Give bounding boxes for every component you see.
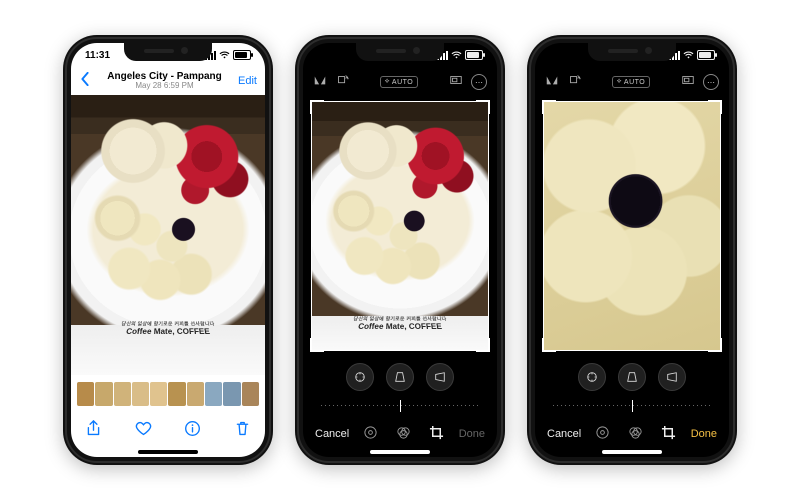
thumb[interactable] <box>132 382 149 406</box>
auto-button[interactable]: ⟡ AUTO <box>380 76 418 88</box>
home-indicator[interactable] <box>602 450 662 454</box>
angle-ruler[interactable] <box>553 397 711 415</box>
status-time: 11:31 <box>85 50 110 61</box>
battery-icon <box>233 50 251 60</box>
home-indicator[interactable] <box>138 450 198 454</box>
wifi-icon <box>683 51 694 59</box>
thumb[interactable] <box>205 382 222 406</box>
battery-icon <box>697 50 715 60</box>
editor-top-bar: ⟡ AUTO ⋯ <box>303 67 497 97</box>
crop-tab[interactable] <box>661 425 676 443</box>
phone-editor-crop: 11:31 ⟡ AUTO ⋯ <box>295 35 505 465</box>
thumb[interactable] <box>242 382 259 406</box>
thumb[interactable] <box>77 382 94 406</box>
filters-tab[interactable] <box>628 425 643 443</box>
photo-viewport[interactable]: 당신의 일상에 향기로운 커피를 선사합니다 Coffee Mate, COFF… <box>71 95 265 375</box>
straighten-button[interactable] <box>346 363 374 391</box>
crop-frame[interactable] <box>543 101 721 351</box>
thumb[interactable] <box>168 382 185 406</box>
thumb[interactable] <box>114 382 131 406</box>
thumb[interactable] <box>150 382 167 406</box>
back-button[interactable] <box>79 72 91 91</box>
thumb[interactable] <box>223 382 240 406</box>
aspect-button[interactable] <box>681 73 695 92</box>
wifi-icon <box>219 51 230 59</box>
home-indicator[interactable] <box>370 450 430 454</box>
crop-frame[interactable] <box>311 101 489 351</box>
vertical-perspective-button[interactable] <box>386 363 414 391</box>
flip-button[interactable] <box>545 73 559 92</box>
ellipsis-button[interactable]: ⋯ <box>471 74 487 90</box>
crop-mode-row <box>303 357 497 397</box>
cancel-button[interactable]: Cancel <box>547 428 581 440</box>
wifi-icon <box>451 51 462 59</box>
battery-icon <box>465 50 483 60</box>
phone-editor-crop-zoomed: 11:31 ⟡ AUTO ⋯ <box>527 35 737 465</box>
vertical-perspective-button[interactable] <box>618 363 646 391</box>
adjust-tab[interactable] <box>595 425 610 443</box>
plate-caption-main: Coffee Mate, COFFEE <box>125 327 210 336</box>
nav-bar: Angeles City - Pampang May 28 6:59 PM Ed… <box>71 67 265 95</box>
crop-tab[interactable] <box>429 425 444 443</box>
done-button[interactable]: Done <box>691 428 717 440</box>
ellipsis-button[interactable]: ⋯ <box>703 74 719 90</box>
filters-tab[interactable] <box>396 425 411 443</box>
trash-button[interactable] <box>234 420 251 442</box>
adjust-tab[interactable] <box>363 425 378 443</box>
bottom-toolbar <box>71 413 265 449</box>
editor-bottom-bar: Cancel Done <box>303 417 497 451</box>
horizontal-perspective-button[interactable] <box>426 363 454 391</box>
rotate-button[interactable] <box>335 73 349 92</box>
editor-bottom-bar: Cancel Done <box>535 417 729 451</box>
editor-top-bar: ⟡ AUTO ⋯ <box>535 67 729 97</box>
cancel-button[interactable]: Cancel <box>315 428 349 440</box>
crop-viewport[interactable] <box>543 101 721 351</box>
info-button[interactable] <box>184 420 201 442</box>
aspect-button[interactable] <box>449 73 463 92</box>
crop-viewport[interactable]: 당신의 일상에 향기로운 커피를 선사합니다 Coffee Mate, COFF… <box>311 101 489 351</box>
horizontal-perspective-button[interactable] <box>658 363 686 391</box>
share-button[interactable] <box>85 420 102 442</box>
photo-timestamp: May 28 6:59 PM <box>91 82 238 91</box>
angle-ruler[interactable] <box>321 397 479 415</box>
phone-photos-viewer: 11:31 Angeles City - Pampang May 28 6:59… <box>63 35 273 465</box>
done-button[interactable]: Done <box>459 428 485 440</box>
thumbnail-strip[interactable] <box>71 375 265 413</box>
crop-mode-row <box>535 357 729 397</box>
plate-caption-small: 당신의 일상에 향기로운 커피를 선사합니다 <box>71 320 264 326</box>
auto-button[interactable]: ⟡ AUTO <box>612 76 650 88</box>
straighten-button[interactable] <box>578 363 606 391</box>
rotate-button[interactable] <box>567 73 581 92</box>
favorite-button[interactable] <box>135 420 152 442</box>
flip-button[interactable] <box>313 73 327 92</box>
thumb[interactable] <box>187 382 204 406</box>
thumb[interactable] <box>95 382 112 406</box>
edit-button[interactable]: Edit <box>238 75 257 87</box>
